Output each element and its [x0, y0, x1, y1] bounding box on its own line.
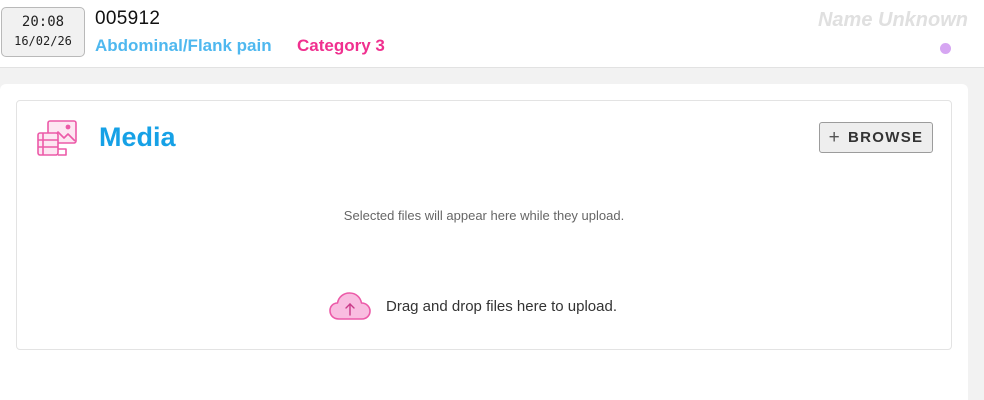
dropzone-label: Drag and drop files here to upload. [386, 297, 617, 315]
plus-icon: + [828, 127, 842, 148]
upload-hint: Selected files will appear here while th… [343, 208, 625, 223]
media-card: Media + BROWSE Selected files will appea… [16, 100, 952, 350]
browse-label: BROWSE [848, 129, 924, 146]
status-dot [940, 43, 951, 54]
time-stamp: 20:08 16/02/26 [1, 7, 85, 57]
incident-header: 20:08 16/02/26 005912 Abdominal/Flank pa… [0, 0, 984, 68]
scroll-track [968, 68, 984, 400]
incident-id: 005912 [95, 8, 161, 29]
browse-button[interactable]: + BROWSE [819, 122, 933, 153]
date-label: 16/02/26 [14, 34, 72, 48]
media-title: Media [99, 122, 176, 152]
time-label: 20:08 [21, 14, 65, 30]
file-dropzone[interactable]: Drag and drop files here to upload. [329, 288, 649, 324]
category-badge: Category 3 [297, 36, 385, 55]
patient-name: Name Unknown [817, 9, 968, 31]
media-gallery-icon [37, 120, 77, 156]
chief-complaint: Abdominal/Flank pain [95, 36, 272, 55]
cloud-upload-icon [329, 292, 371, 320]
